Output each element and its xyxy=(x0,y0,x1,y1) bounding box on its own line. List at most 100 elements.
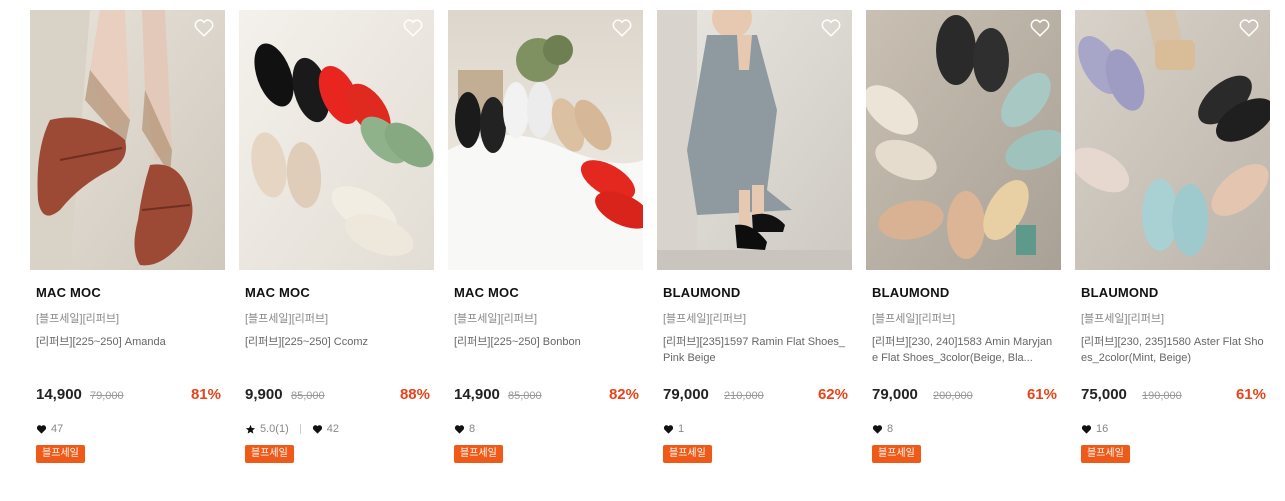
likes: 47 xyxy=(36,423,63,435)
product-meta: 47 xyxy=(36,422,63,436)
product-tag: [블프세일][리퍼브] xyxy=(1081,313,1165,325)
heart-filled-icon xyxy=(36,424,51,435)
heart-filled-icon xyxy=(1081,424,1096,435)
sale-price: 9,900 xyxy=(245,386,283,403)
sale-price: 79,000 xyxy=(872,386,918,403)
product-brand[interactable]: MAC MOC xyxy=(245,285,434,301)
product-photo[interactable] xyxy=(239,10,434,270)
product-name[interactable]: [리퍼브][230, 235]1580 Aster Flat Shoes_2co… xyxy=(1081,334,1266,368)
sale-badge: 블프세일 xyxy=(872,445,921,463)
original-price: 190,000 xyxy=(1142,390,1182,402)
discount-rate: 61% xyxy=(1026,386,1057,403)
discount-rate: 62% xyxy=(817,386,848,403)
product-name[interactable]: [리퍼브][230, 240]1583 Amin Maryjane Flat S… xyxy=(872,334,1057,368)
sale-badge: 블프세일 xyxy=(663,445,712,463)
likes-count: 1 xyxy=(678,423,685,435)
discount-rate: 81% xyxy=(190,386,221,403)
sale-price: 14,900 xyxy=(36,386,82,403)
likes-count: 8 xyxy=(469,423,476,435)
product-name[interactable]: [리퍼브][225~250] Bonbon xyxy=(454,334,639,368)
price-row: 14,900 79,000 81% xyxy=(36,386,221,406)
product-image[interactable] xyxy=(448,10,643,270)
product-tag: [블프세일][리퍼브] xyxy=(872,313,956,325)
product-grid: MAC MOC [블프세일][리퍼브] [리퍼브][225~250] Amand… xyxy=(0,0,1285,501)
product-meta: 8 xyxy=(872,422,893,436)
product-brand[interactable]: BLAUMOND xyxy=(663,285,852,301)
price-row: 79,000 200,000 61% xyxy=(872,386,1057,406)
price-row: 14,900 85,000 82% xyxy=(454,386,639,406)
wishlist-heart-icon[interactable] xyxy=(1238,17,1260,39)
product-image[interactable] xyxy=(239,10,434,270)
likes-count: 8 xyxy=(887,423,894,435)
original-price: 85,000 xyxy=(508,390,542,402)
original-price: 210,000 xyxy=(724,390,764,402)
product-image[interactable] xyxy=(30,10,225,270)
sale-badge: 블프세일 xyxy=(36,445,85,463)
product-card[interactable]: BLAUMOND [블프세일][리퍼브] [리퍼브][230, 240]1583… xyxy=(866,10,1061,463)
product-meta: 1 xyxy=(663,422,684,436)
sale-price: 79,000 xyxy=(663,386,709,403)
sale-price: 14,900 xyxy=(454,386,500,403)
product-tag: [블프세일][리퍼브] xyxy=(663,313,747,325)
discount-rate: 88% xyxy=(399,386,430,403)
rating: 5.0(1) xyxy=(245,423,289,435)
meta-divider xyxy=(299,424,301,434)
product-card[interactable]: MAC MOC [블프세일][리퍼브] [리퍼브][225~250] Ccomz… xyxy=(239,10,434,463)
wishlist-heart-icon[interactable] xyxy=(1029,17,1051,39)
product-name[interactable]: [리퍼브][225~250] Amanda xyxy=(36,334,221,368)
likes: 8 xyxy=(872,423,893,435)
product-card[interactable]: BLAUMOND [블프세일][리퍼브] [리퍼브][235]1597 Rami… xyxy=(657,10,852,463)
likes: 8 xyxy=(454,423,475,435)
product-image[interactable] xyxy=(1075,10,1270,270)
product-card[interactable]: MAC MOC [블프세일][리퍼브] [리퍼브][225~250] Bonbo… xyxy=(448,10,643,463)
product-tag: [블프세일][리퍼브] xyxy=(36,313,120,325)
product-photo[interactable] xyxy=(866,10,1061,270)
wishlist-heart-icon[interactable] xyxy=(193,17,215,39)
wishlist-heart-icon[interactable] xyxy=(611,17,633,39)
likes: 1 xyxy=(663,423,684,435)
sale-badge: 블프세일 xyxy=(245,445,294,463)
product-name[interactable]: [리퍼브][225~250] Ccomz xyxy=(245,334,430,368)
likes-count: 47 xyxy=(51,423,64,435)
product-image[interactable] xyxy=(657,10,852,270)
price-row: 75,000 190,000 61% xyxy=(1081,386,1266,406)
product-photo[interactable] xyxy=(657,10,852,270)
product-card[interactable]: MAC MOC [블프세일][리퍼브] [리퍼브][225~250] Amand… xyxy=(30,10,225,463)
discount-rate: 82% xyxy=(608,386,639,403)
product-tag: [블프세일][리퍼브] xyxy=(454,313,538,325)
product-meta: 8 xyxy=(454,422,475,436)
wishlist-heart-icon[interactable] xyxy=(820,17,842,39)
product-brand[interactable]: BLAUMOND xyxy=(1081,285,1270,301)
product-name[interactable]: [리퍼브][235]1597 Ramin Flat Shoes_Pink Bei… xyxy=(663,334,848,368)
product-meta: 5.0(1) 42 xyxy=(245,422,339,436)
product-image[interactable] xyxy=(866,10,1061,270)
product-photo[interactable] xyxy=(1075,10,1270,270)
wishlist-heart-icon[interactable] xyxy=(402,17,424,39)
product-card[interactable]: BLAUMOND [블프세일][리퍼브] [리퍼브][230, 235]1580… xyxy=(1075,10,1270,463)
product-brand[interactable]: BLAUMOND xyxy=(872,285,1061,301)
star-icon xyxy=(245,424,260,435)
discount-rate: 61% xyxy=(1235,386,1266,403)
heart-filled-icon xyxy=(454,424,469,435)
rating-value: 5.0(1) xyxy=(260,423,289,435)
sale-badge: 블프세일 xyxy=(1081,445,1130,463)
likes-count: 42 xyxy=(326,423,339,435)
price-row: 79,000 210,000 62% xyxy=(663,386,848,406)
likes: 16 xyxy=(1081,423,1108,435)
product-meta: 16 xyxy=(1081,422,1108,436)
heart-filled-icon xyxy=(312,424,327,435)
product-brand[interactable]: MAC MOC xyxy=(454,285,643,301)
likes: 42 xyxy=(312,423,339,435)
original-price: 85,000 xyxy=(291,390,325,402)
likes-count: 16 xyxy=(1096,423,1109,435)
sale-price: 75,000 xyxy=(1081,386,1127,403)
heart-filled-icon xyxy=(872,424,887,435)
product-photo[interactable] xyxy=(30,10,225,270)
product-photo[interactable] xyxy=(448,10,643,270)
product-tag: [블프세일][리퍼브] xyxy=(245,313,329,325)
sale-badge: 블프세일 xyxy=(454,445,503,463)
product-brand[interactable]: MAC MOC xyxy=(36,285,225,301)
heart-filled-icon xyxy=(663,424,678,435)
price-row: 9,900 85,000 88% xyxy=(245,386,430,406)
original-price: 79,000 xyxy=(90,390,124,402)
